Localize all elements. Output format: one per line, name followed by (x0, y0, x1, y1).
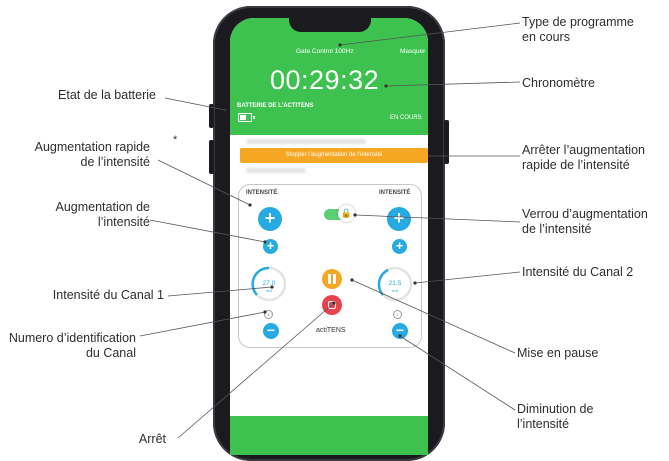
channel2-intensity: 21.5 (388, 280, 402, 287)
increase-button-channel1[interactable]: + (263, 239, 278, 254)
decrease-button-channel1[interactable]: − (263, 323, 279, 339)
footnote-mark: * (173, 134, 178, 146)
annotation-fast-increase: Augmentation rapide de l’intensité (0, 140, 150, 170)
plus-plus-icon: + (393, 208, 405, 228)
minus-icon: − (395, 322, 405, 338)
annotation-line: Diminution de (517, 402, 594, 416)
annotation-line: l’intensité (97, 215, 150, 229)
intensity-label-channel2: INTENSITÉ (379, 190, 411, 196)
annotation-line: de l’intensité (522, 222, 592, 236)
plus-plus-icon: + (264, 208, 276, 228)
session-timer: 00:29:32 (270, 65, 380, 95)
annotation-line: Augmentation rapide (34, 140, 150, 154)
annotation-program-type: Type de programme en cours (522, 15, 634, 45)
annotation-channel-id: Numero d’identification du Canal (0, 331, 136, 361)
status-badge: EN COURS (390, 115, 422, 121)
fast-increase-button-channel2[interactable]: + (387, 207, 411, 231)
blurred-notice (246, 168, 306, 173)
stop-button[interactable] (322, 295, 342, 315)
annotation-channel2: Intensité du Canal 2 (522, 265, 634, 279)
intensity-label-channel1: INTENSITÉ (246, 190, 278, 196)
annotation-increase-lock: Verrou d’augmentation de l’intensité (522, 207, 648, 237)
blurred-notice (246, 139, 366, 144)
side-button (209, 140, 214, 174)
annotation-increase: Augmentation de l’intensité (0, 200, 150, 230)
channel2-unit: mA (392, 288, 398, 293)
annotation-line: de l’intensité (80, 155, 151, 169)
annotation-line: du Canal (85, 346, 136, 360)
annotation-line: l’intensité (517, 417, 570, 431)
power-button (444, 120, 449, 164)
battery-icon (238, 113, 255, 122)
annotation-decrease: Diminution de l’intensité (517, 402, 593, 432)
annotation-line: Type de programme (522, 15, 634, 29)
channel1-intensity: 27.0 (262, 280, 276, 287)
channel2-id: 2 (393, 310, 402, 319)
brand-label: actiTENS (316, 327, 346, 334)
annotation-line: Augmentation de (55, 200, 150, 214)
fast-increase-button-channel1[interactable]: + (258, 207, 282, 231)
plus-icon: + (266, 238, 275, 253)
annotation-pause: Mise en pause (517, 346, 599, 360)
annotation-stop-fast-increase: Arrêter l’augmentation rapide de l’inten… (522, 143, 645, 173)
app-screen: Gate Control 100Hz Masquer 00:29:32 BATT… (230, 18, 428, 455)
annotation-line: rapide de l’intensité (522, 158, 630, 172)
annotation-line: Numero d’identification (8, 331, 136, 345)
hide-button[interactable]: Masquer (400, 48, 425, 55)
app-footer (230, 416, 428, 455)
annotation-stop: Arrêt (138, 432, 166, 446)
annotation-timer: Chronomètre (522, 76, 595, 90)
stop-fast-increase-button[interactable]: Stopper l’augmentation de l’intensité (240, 148, 428, 163)
lock-icon: 🔒 (338, 205, 355, 222)
phone-notch (289, 14, 371, 32)
increase-button-channel2[interactable]: + (392, 239, 407, 254)
decrease-button-channel2[interactable]: − (392, 323, 408, 339)
annotation-line: en cours (522, 30, 570, 44)
plus-icon: + (395, 238, 404, 253)
side-button (209, 104, 214, 128)
program-type: Gate Control 100Hz (296, 48, 354, 55)
channel1-unit: mA (266, 288, 272, 293)
pause-button[interactable] (322, 269, 342, 289)
annotation-channel1: Intensité du Canal 1 (52, 288, 164, 302)
annotation-line: Verrou d’augmentation (522, 207, 648, 221)
channel1-id: 1 (264, 310, 273, 319)
battery-title: BATTERIE DE L’ACTITENS (237, 103, 314, 109)
annotation-line: Arrêter l’augmentation (522, 143, 645, 157)
minus-icon: − (266, 322, 276, 338)
annotation-battery: Etat de la batterie (58, 88, 156, 102)
